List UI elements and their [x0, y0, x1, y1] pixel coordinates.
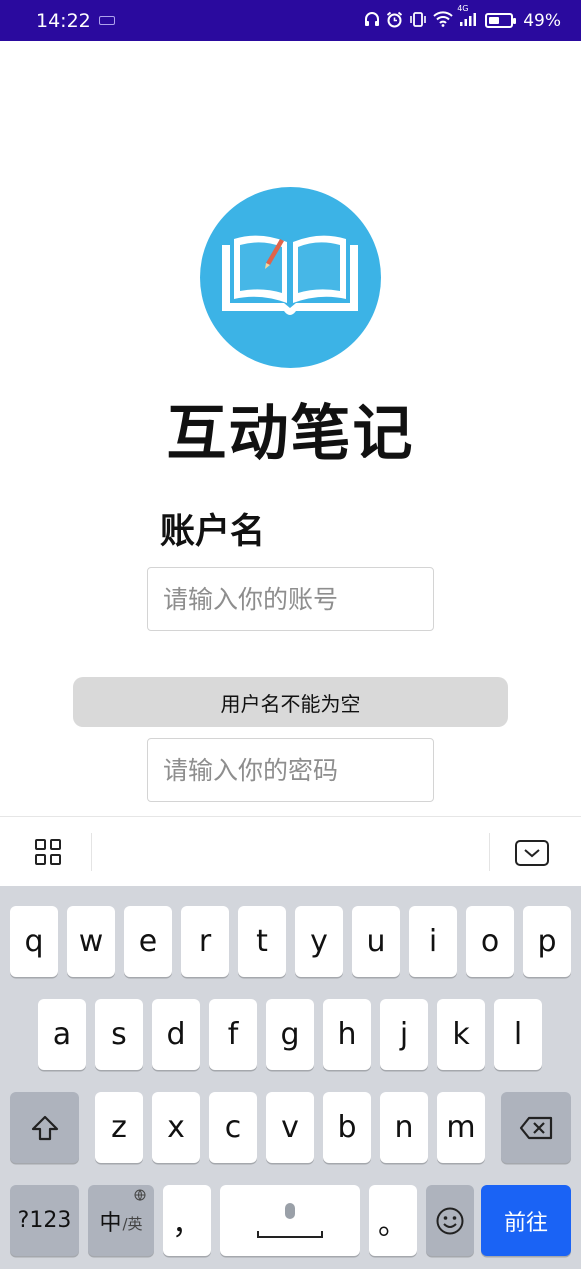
shift-key[interactable] — [10, 1092, 79, 1163]
microphone-icon — [285, 1203, 295, 1219]
language-sub-label: /英 — [122, 1215, 143, 1233]
headphones-icon — [364, 11, 380, 30]
error-toast: 用户名不能为空 — [73, 677, 508, 727]
key-x[interactable]: x — [152, 1092, 200, 1163]
globe-icon — [134, 1189, 146, 1204]
signal-icon: 4G — [457, 5, 477, 30]
language-main-label: 中 — [99, 1210, 122, 1236]
key-o[interactable]: o — [466, 906, 514, 977]
key-g[interactable]: g — [266, 999, 314, 1070]
language-key[interactable]: 中/英 — [88, 1185, 154, 1256]
key-n[interactable]: n — [380, 1092, 428, 1163]
password-input[interactable] — [148, 739, 433, 801]
key-f[interactable]: f — [209, 999, 257, 1070]
key-u[interactable]: u — [352, 906, 400, 977]
key-k[interactable]: k — [437, 999, 485, 1070]
soft-keyboard: q w e r t y u i o p a s d f g h j k l z … — [0, 886, 581, 1269]
keyboard-toolbar — [0, 816, 581, 886]
backspace-key[interactable] — [501, 1092, 571, 1163]
key-e[interactable]: e — [124, 906, 172, 977]
emoji-icon — [436, 1207, 464, 1234]
wifi-icon — [433, 11, 453, 30]
key-w[interactable]: w — [67, 906, 115, 977]
space-icon — [257, 1231, 323, 1238]
vibrate-icon — [409, 11, 427, 31]
symbols-key[interactable]: ?123 — [10, 1185, 79, 1256]
status-bar: 14:22 4G 49% — [0, 0, 581, 41]
emoji-key[interactable] — [426, 1185, 474, 1256]
key-a[interactable]: a — [38, 999, 86, 1070]
open-book-icon — [222, 235, 358, 315]
network-type: 4G — [457, 4, 469, 13]
key-z[interactable]: z — [95, 1092, 143, 1163]
keyboard-status-icon — [98, 16, 115, 25]
grid-icon[interactable] — [35, 839, 63, 867]
alarm-icon — [386, 11, 403, 31]
key-j[interactable]: j — [380, 999, 428, 1070]
space-key[interactable] — [220, 1185, 360, 1256]
key-h[interactable]: h — [323, 999, 371, 1070]
battery-icon — [485, 13, 517, 28]
key-l[interactable]: l — [494, 999, 542, 1070]
backspace-icon — [519, 1116, 553, 1139]
key-q[interactable]: q — [10, 906, 58, 977]
key-t[interactable]: t — [238, 906, 286, 977]
collapse-keyboard-icon[interactable] — [515, 840, 549, 866]
go-key[interactable]: 前往 — [481, 1185, 571, 1256]
key-i[interactable]: i — [409, 906, 457, 977]
key-d[interactable]: d — [152, 999, 200, 1070]
toolbar-divider — [91, 833, 92, 871]
key-p[interactable]: p — [523, 906, 571, 977]
password-field[interactable] — [147, 738, 434, 802]
status-time: 14:22 — [36, 9, 91, 32]
key-b[interactable]: b — [323, 1092, 371, 1163]
key-c[interactable]: c — [209, 1092, 257, 1163]
account-input[interactable] — [148, 568, 433, 630]
period-key[interactable]: 。 — [369, 1185, 417, 1256]
toolbar-divider — [489, 833, 490, 871]
key-y[interactable]: y — [295, 906, 343, 977]
battery-level — [489, 17, 500, 24]
app-title: 互动笔记 — [166, 399, 415, 469]
key-m[interactable]: m — [437, 1092, 485, 1163]
shift-icon — [31, 1115, 58, 1140]
key-s[interactable]: s — [95, 999, 143, 1070]
battery-percent: 49% — [523, 10, 561, 31]
key-r[interactable]: r — [181, 906, 229, 977]
account-field[interactable] — [147, 567, 434, 631]
comma-key[interactable]: ， — [163, 1185, 211, 1256]
key-v[interactable]: v — [266, 1092, 314, 1163]
app-logo — [200, 187, 381, 368]
status-icons: 4G 49% — [364, 5, 561, 31]
account-label: 账户名 — [160, 512, 266, 552]
